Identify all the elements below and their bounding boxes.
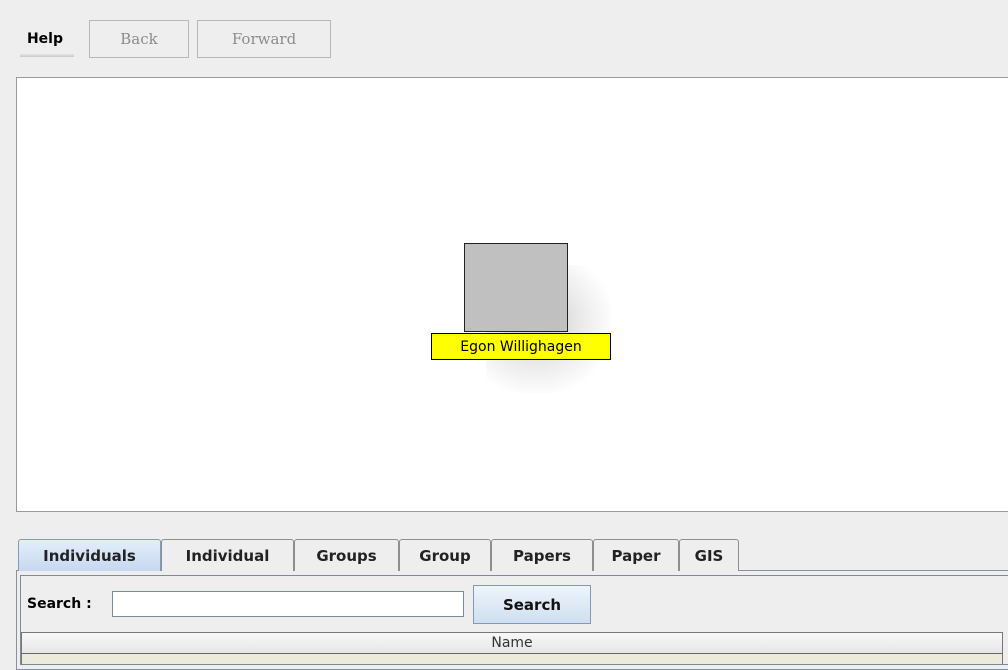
tab-individual[interactable]: Individual bbox=[161, 539, 294, 571]
search-label: Search : bbox=[27, 596, 92, 612]
graph-node[interactable] bbox=[464, 243, 568, 332]
table-row[interactable] bbox=[21, 654, 1003, 664]
graph-canvas[interactable]: Egon Willighagen bbox=[16, 77, 1008, 512]
search-button[interactable]: Search bbox=[473, 585, 591, 624]
table-header-name[interactable]: Name bbox=[21, 632, 1003, 654]
tab-papers[interactable]: Papers bbox=[491, 539, 593, 571]
tab-paper[interactable]: Paper bbox=[593, 539, 679, 571]
tab-individuals[interactable]: Individuals bbox=[18, 539, 161, 571]
tab-group[interactable]: Group bbox=[399, 539, 491, 571]
forward-button[interactable]: Forward bbox=[197, 20, 331, 58]
tab-groups[interactable]: Groups bbox=[294, 539, 399, 571]
tab-gis[interactable]: GIS bbox=[679, 539, 739, 571]
help-button[interactable]: Help bbox=[10, 21, 80, 57]
back-button[interactable]: Back bbox=[89, 20, 189, 58]
graph-node-label[interactable]: Egon Willighagen bbox=[431, 333, 611, 360]
search-input[interactable] bbox=[112, 591, 464, 617]
